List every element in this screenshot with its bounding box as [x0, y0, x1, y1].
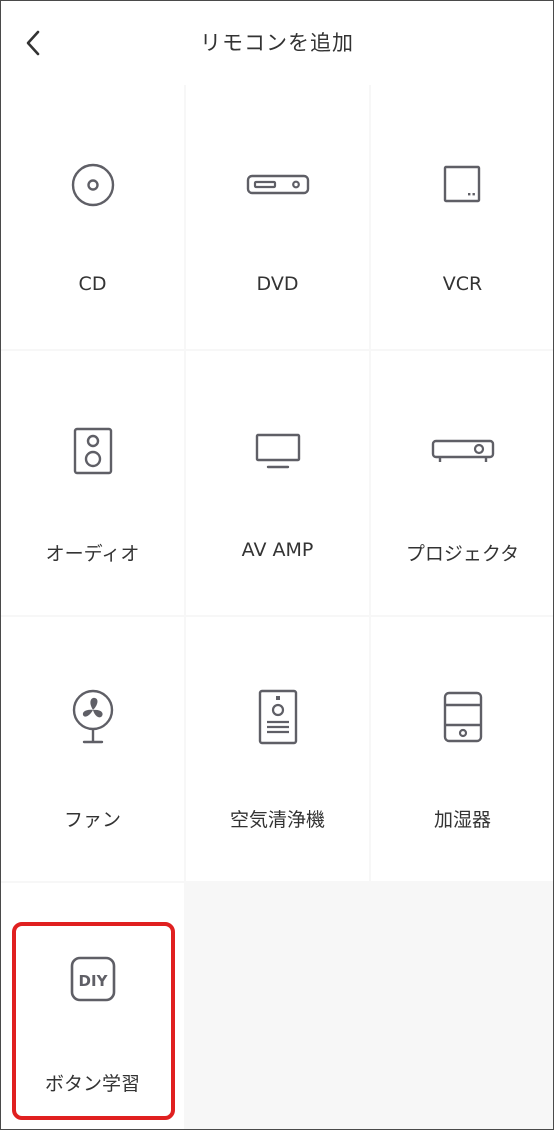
page-title: リモコンを追加: [200, 31, 354, 55]
device-label: ファン: [63, 809, 121, 831]
device-tile-projector[interactable]: プロジェクタ: [371, 351, 553, 615]
projector-icon: [431, 439, 494, 462]
device-label: オーディオ: [45, 543, 140, 565]
diy-icon-text: DIY: [78, 972, 108, 990]
device-label: プロジェクタ: [405, 543, 520, 565]
humidifier-icon: [443, 691, 482, 743]
tv-monitor-icon: [255, 433, 300, 469]
diy-icon: DIY: [70, 956, 115, 1002]
device-tile-humidifier[interactable]: 加湿器: [371, 617, 553, 881]
device-tile-av-amp[interactable]: AV AMP: [186, 351, 369, 615]
fan-icon: [72, 689, 113, 744]
header-bar: リモコンを追加: [1, 1, 553, 85]
device-tile-button-learning[interactable]: DIY ボタン学習: [1, 883, 184, 1129]
device-label: ボタン学習: [44, 1073, 140, 1095]
device-tile-air-purifier[interactable]: 空気清浄機: [186, 617, 369, 881]
speaker-icon: [73, 427, 112, 475]
device-label: 加湿器: [433, 809, 491, 831]
air-purifier-icon: [258, 689, 297, 745]
cd-disc-icon: [71, 163, 114, 207]
app-screen: リモコンを追加 CD DVD VCR オーディオ AV AMP プロジェクタ フ…: [0, 0, 554, 1130]
device-tile-vcr[interactable]: VCR: [371, 85, 553, 349]
device-label: DVD: [256, 273, 299, 295]
device-tile-dvd[interactable]: DVD: [186, 85, 369, 349]
device-tile-audio[interactable]: オーディオ: [1, 351, 184, 615]
vcr-icon: [443, 165, 480, 203]
device-tile-cd[interactable]: CD: [1, 85, 184, 349]
dvd-player-icon: [246, 174, 309, 195]
device-label: 空気清浄機: [229, 809, 325, 831]
device-label: CD: [78, 273, 107, 295]
device-tile-fan[interactable]: ファン: [1, 617, 184, 881]
device-label: VCR: [442, 273, 483, 295]
device-label: AV AMP: [241, 539, 314, 561]
